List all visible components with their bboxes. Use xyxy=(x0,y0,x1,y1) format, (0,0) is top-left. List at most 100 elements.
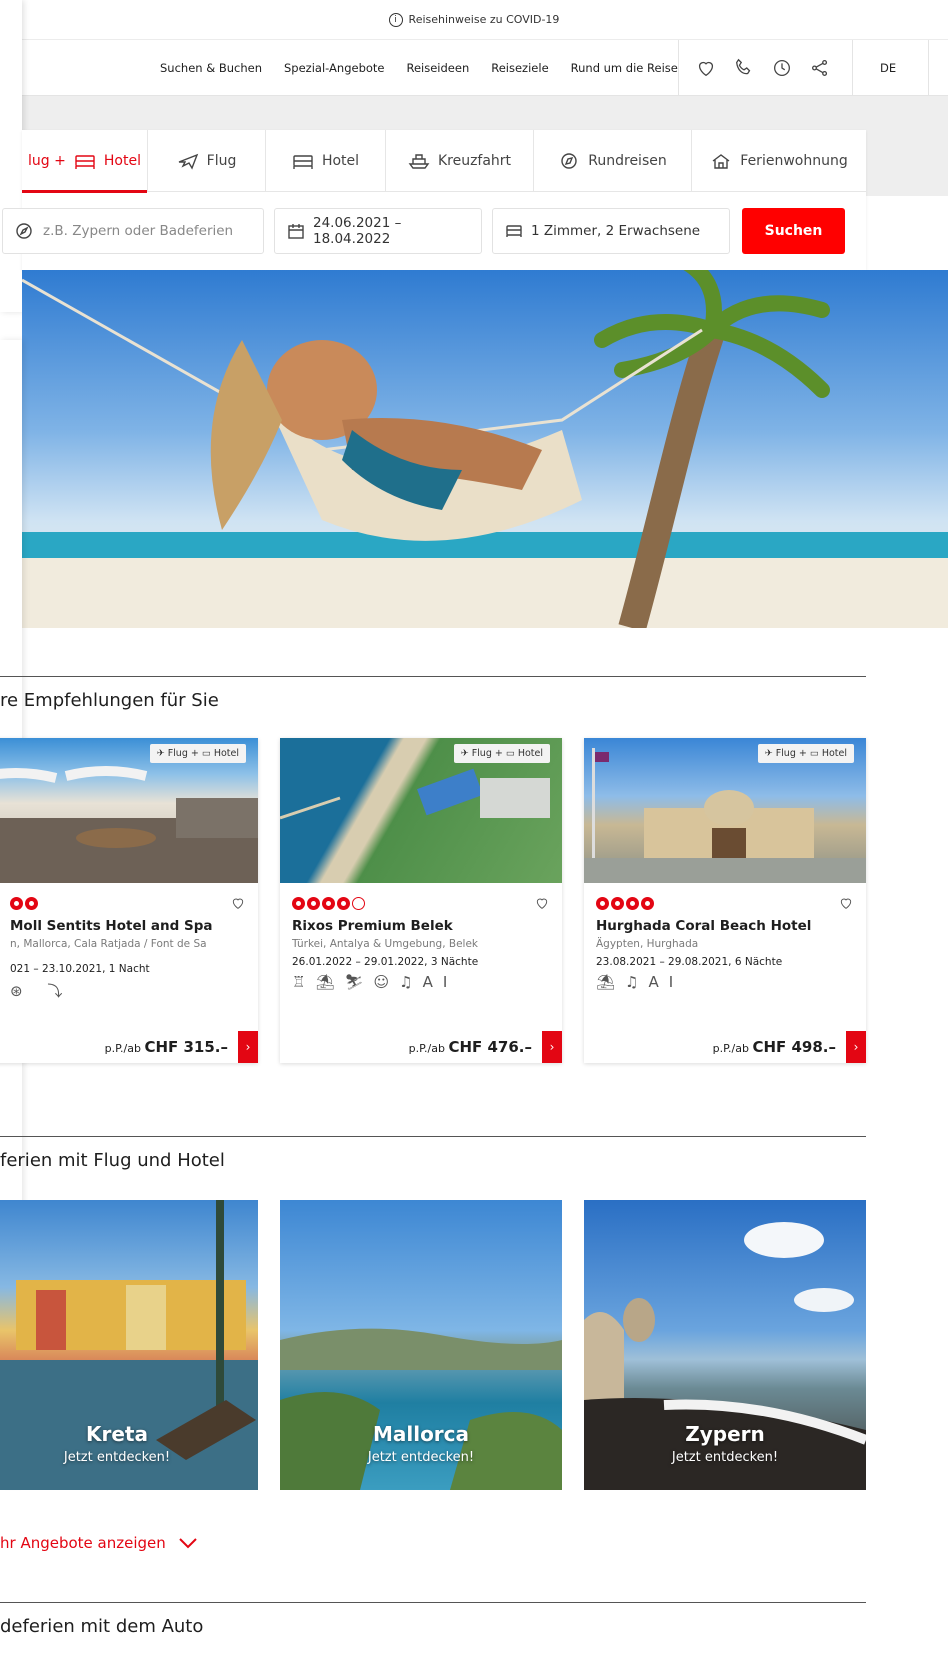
badge-flug-label: Flug + xyxy=(471,748,503,759)
rating-dot xyxy=(292,897,305,910)
phone-icon[interactable] xyxy=(733,57,755,79)
bed-icon: ▭ xyxy=(505,748,515,759)
tab-hotel[interactable]: Hotel xyxy=(266,130,386,192)
badge-hotel-label: Hotel xyxy=(821,748,847,759)
hotel-name[interactable]: Hurghada Coral Beach Hotel xyxy=(596,918,811,934)
open-offer-button[interactable]: › xyxy=(238,1031,258,1063)
hotel-location: Ägypten, Hurghada xyxy=(596,938,699,950)
open-offer-button[interactable]: › xyxy=(542,1031,562,1063)
destination-input[interactable] xyxy=(41,222,241,240)
badge-flug-label: Flug + xyxy=(167,748,199,759)
hotel-price: p.P./ab CHF 476.– xyxy=(409,1038,532,1056)
badge-flug-label: Flug + xyxy=(775,748,807,759)
language-switcher[interactable]: DE xyxy=(880,40,896,96)
share-icon[interactable] xyxy=(809,57,831,79)
hotel-rating xyxy=(292,897,365,910)
rating-dot xyxy=(596,897,609,910)
auto-section-title: deferien mit dem Auto xyxy=(0,1616,204,1637)
tab-rundreisen[interactable]: Rundreisen xyxy=(534,130,692,192)
bed-icon: ▭ xyxy=(201,748,211,759)
search-tabs: lug + Hotel Flug Hotel Kreuzfahrt Rundre… xyxy=(22,130,866,193)
hotel-card[interactable]: ✈ Flug + ▭ Hotel Rixos Premium Belek Tür… xyxy=(280,738,562,1063)
bed-icon: ▭ xyxy=(809,748,819,759)
search-fields: 24.06.2021 – 18.04.2022 1 Zimmer, 2 Erwa… xyxy=(2,208,866,254)
rooms-field[interactable]: 1 Zimmer, 2 Erwachsene xyxy=(492,208,730,254)
nav-item-reiseideen[interactable]: Reiseideen xyxy=(407,61,470,75)
destination-cta[interactable]: Jetzt entdecken! xyxy=(584,1450,866,1465)
nav-item-spezial-angebote[interactable]: Spezial-Angebote xyxy=(284,61,385,75)
destination-card-mallorca[interactable]: Mallorca Jetzt entdecken! xyxy=(280,1200,562,1490)
rating-dot xyxy=(10,897,23,910)
destination-name: Zypern xyxy=(685,1422,765,1446)
ship-icon xyxy=(408,154,430,169)
hotel-card[interactable]: ✈ Flug + ▭ Hotel Hurghada Coral Beach Ho… xyxy=(584,738,866,1063)
hero-illustration xyxy=(22,270,948,628)
hotel-dates: 23.08.2021 – 29.08.2021, 6 Nächte xyxy=(596,956,783,968)
calendar-icon xyxy=(288,224,304,239)
covid-notice-bar[interactable]: i Reisehinweise zu COVID-19 xyxy=(0,0,948,40)
show-more-offers-link[interactable]: hr Angebote anzeigen xyxy=(0,1534,198,1552)
destination-cta[interactable]: Jetzt entdecken! xyxy=(0,1450,258,1465)
destination-photo xyxy=(584,1222,866,1490)
recommendations-title: re Empfehlungen für Sie xyxy=(0,690,219,711)
tab-flug-hotel[interactable]: lug + Hotel xyxy=(22,130,148,193)
tab-flug[interactable]: Flug xyxy=(148,130,266,192)
hotel-name[interactable]: Rixos Premium Belek xyxy=(292,918,453,934)
nav-divider xyxy=(852,40,853,96)
destination-name: Kreta xyxy=(86,1422,148,1446)
hotel-card[interactable]: ✈ Flug + ▭ Hotel Moll Sentits Hotel and … xyxy=(0,738,258,1063)
header-icons xyxy=(695,40,831,96)
price-value: CHF 315.– xyxy=(144,1038,228,1056)
clock-icon[interactable] xyxy=(771,57,793,79)
bed-icon xyxy=(293,155,313,169)
nav-item-reiseziele[interactable]: Reiseziele xyxy=(491,61,548,75)
show-more-label: hr Angebote anzeigen xyxy=(0,1534,166,1552)
main-header: Suchen & Buchen Spezial-Angebote Reiseid… xyxy=(0,40,948,96)
rooms-guests-value: 1 Zimmer, 2 Erwachsene xyxy=(531,223,701,239)
tab-flug-hotel-label-b: Hotel xyxy=(103,153,141,169)
tab-flug-hotel-label-a: lug + xyxy=(28,153,66,169)
destination-name: Mallorca xyxy=(372,1422,470,1446)
heart-icon[interactable] xyxy=(230,895,246,911)
price-prefix: p.P./ab xyxy=(104,1042,141,1055)
rating-dot xyxy=(307,897,320,910)
hotel-rating xyxy=(10,897,38,910)
nav-item-rund-um-die-reise[interactable]: Rund um die Reise xyxy=(571,61,678,75)
hotel-amenities: ⊛ ⤵ xyxy=(10,982,73,1000)
heart-icon[interactable] xyxy=(838,895,854,911)
search-button[interactable]: Suchen xyxy=(742,208,845,254)
destination-card-zypern[interactable]: Zypern Jetzt entdecken! xyxy=(584,1200,866,1490)
destination-photo xyxy=(280,1328,562,1490)
search-card: lug + Hotel Flug Hotel Kreuzfahrt Rundre… xyxy=(2,130,866,270)
heart-icon[interactable] xyxy=(695,57,717,79)
info-icon: i xyxy=(388,12,403,27)
main-nav: Suchen & Buchen Spezial-Angebote Reiseid… xyxy=(160,40,678,96)
heart-icon[interactable] xyxy=(534,895,550,911)
bed-icon xyxy=(75,155,95,169)
side-panel-edge[interactable] xyxy=(0,0,22,312)
rating-dot xyxy=(641,897,654,910)
hotel-name[interactable]: Moll Sentits Hotel and Spa xyxy=(10,918,213,934)
hotel-location: n, Mallorca, Cala Ratjada / Font de Sa xyxy=(10,938,207,950)
badge-hotel-label: Hotel xyxy=(213,748,239,759)
hotel-amenities: ⛱♫AI xyxy=(596,973,684,991)
destination-card-kreta[interactable]: Kreta Jetzt entdecken! xyxy=(0,1200,258,1490)
package-badge: ✈ Flug + ▭ Hotel xyxy=(149,744,246,763)
hero-image xyxy=(22,270,948,628)
tab-ferienwohnung[interactable]: Ferienwohnung xyxy=(692,130,866,192)
hotel-price: p.P./ab CHF 315.– xyxy=(105,1038,228,1056)
hotel-location: Türkei, Antalya & Umgebung, Belek xyxy=(292,938,478,950)
date-field[interactable]: 24.06.2021 – 18.04.2022 xyxy=(274,208,482,254)
price-prefix: p.P./ab xyxy=(712,1042,749,1055)
nav-item-suchen-buchen[interactable]: Suchen & Buchen xyxy=(160,61,262,75)
destination-field[interactable] xyxy=(2,208,264,254)
open-offer-button[interactable]: › xyxy=(846,1031,866,1063)
destination-cta[interactable]: Jetzt entdecken! xyxy=(280,1450,562,1465)
rating-dot xyxy=(611,897,624,910)
hotel-dates: 26.01.2022 – 29.01.2022, 3 Nächte xyxy=(292,956,479,968)
covid-notice-link[interactable]: Reisehinweise zu COVID-19 xyxy=(409,13,560,26)
rating-dot xyxy=(626,897,639,910)
chevron-down-icon xyxy=(179,1538,197,1549)
tab-kreuzfahrt[interactable]: Kreuzfahrt xyxy=(386,130,534,192)
bed-icon xyxy=(506,225,522,237)
